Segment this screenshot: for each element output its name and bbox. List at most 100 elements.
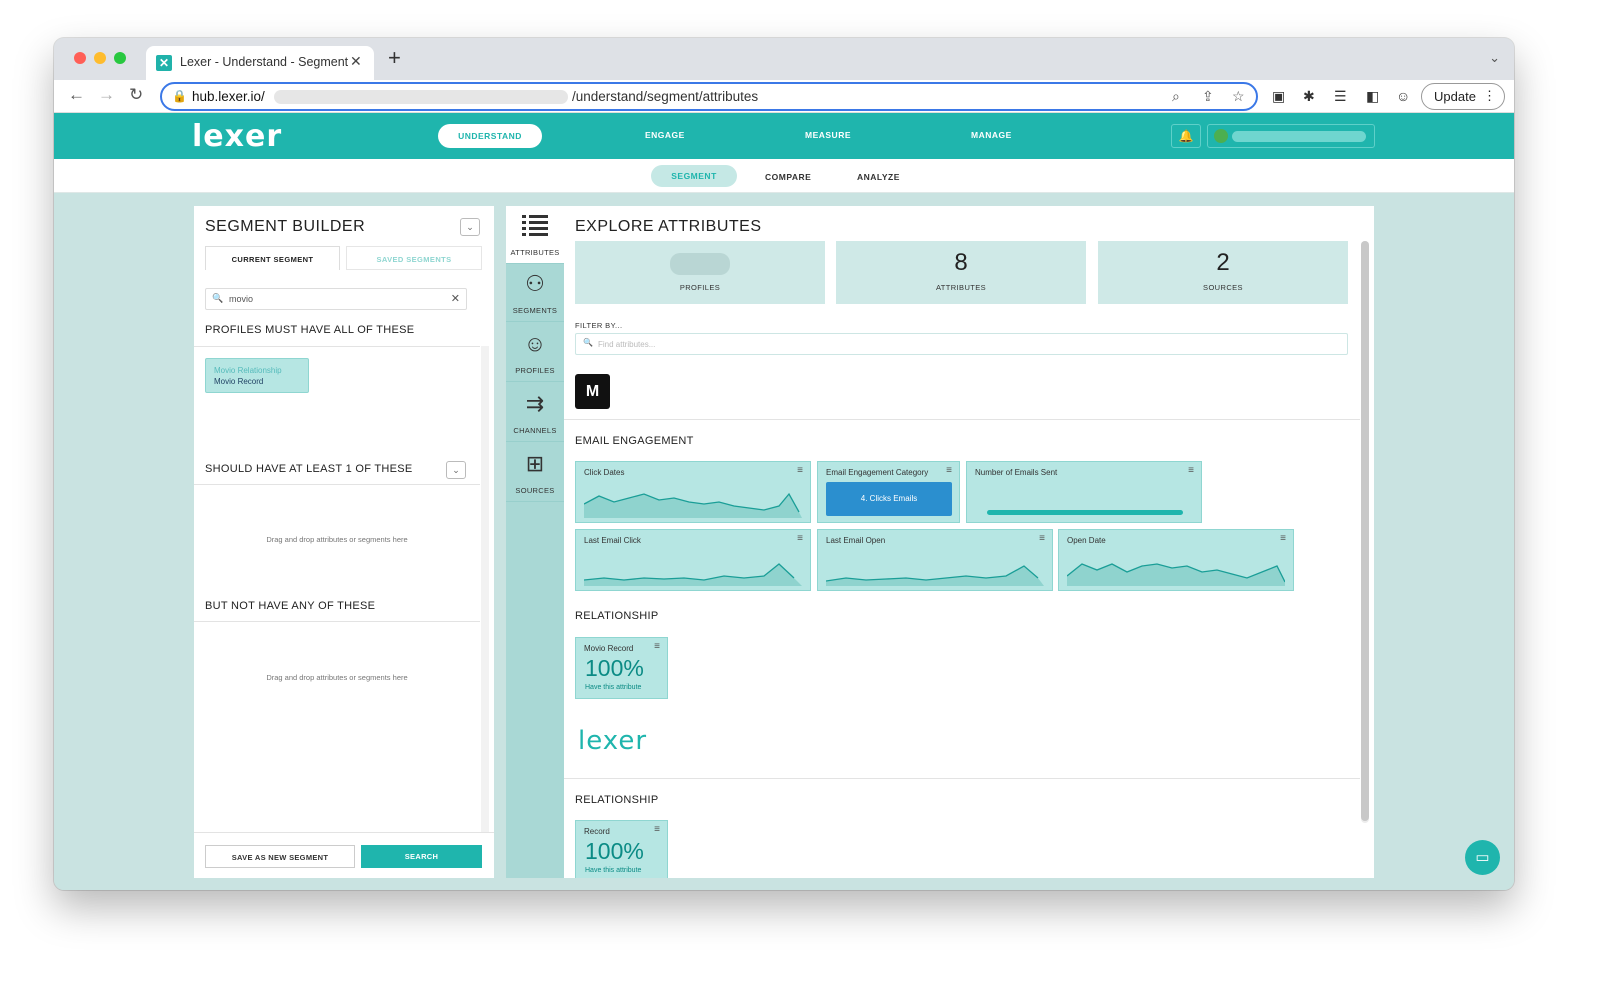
- browser-window: ✕ Lexer - Understand - Segment ✕ + ⌄ ← →…: [54, 38, 1514, 890]
- tab-title: Lexer - Understand - Segment: [180, 55, 349, 69]
- tab-current-segment[interactable]: CURRENT SEGMENT: [205, 246, 340, 270]
- channels-icon: ⇉: [525, 391, 545, 416]
- card-movio-record[interactable]: Movio Record ≡ 100% Have this attribute: [575, 637, 668, 699]
- lexer-source-logo: lexer: [578, 726, 648, 756]
- filter-placeholder: Find attributes...: [598, 340, 656, 349]
- nav-manage[interactable]: MANAGE: [971, 130, 1012, 140]
- search-button[interactable]: SEARCH: [361, 845, 482, 868]
- profile-avatar-icon[interactable]: ☺: [1396, 88, 1410, 104]
- card-menu-icon[interactable]: ≡: [797, 533, 803, 544]
- filter-attributes-input[interactable]: 🔍 Find attributes...: [575, 333, 1348, 355]
- maximize-window-button[interactable]: [114, 52, 126, 64]
- user-account-menu[interactable]: [1207, 124, 1375, 148]
- divider: [194, 346, 480, 347]
- nav-measure[interactable]: MEASURE: [805, 130, 851, 140]
- segment-attribute-chip[interactable]: Movio Relationship Movio Record: [205, 358, 309, 393]
- stat-label: SOURCES: [1203, 283, 1243, 292]
- notification-bell-icon[interactable]: 🔔: [1171, 124, 1201, 148]
- explore-rail: ATTRIBUTES ⚇ SEGMENTS ☺ PROFILES ⇉ CHANN…: [506, 206, 564, 878]
- not-have-heading: BUT NOT HAVE ANY OF THESE: [205, 600, 376, 612]
- rail-segments[interactable]: ⚇ SEGMENTS: [506, 264, 564, 322]
- card-menu-icon[interactable]: ≡: [1280, 533, 1286, 544]
- extensions-puzzle-icon[interactable]: ✱: [1303, 88, 1315, 104]
- bookmark-star-icon[interactable]: ☆: [1232, 88, 1245, 105]
- nav-engage[interactable]: ENGAGE: [645, 130, 685, 140]
- side-panel-icon[interactable]: ◧: [1366, 88, 1379, 104]
- extension-f-icon[interactable]: ▣: [1272, 88, 1285, 104]
- rail-label: SOURCES: [515, 486, 555, 495]
- new-tab-button[interactable]: +: [388, 47, 401, 69]
- chip-source: Movio Relationship: [214, 366, 282, 375]
- minimize-window-button[interactable]: [94, 52, 106, 64]
- url-path: /understand/segment/attributes: [572, 89, 759, 104]
- clear-icon[interactable]: ✕: [451, 292, 460, 305]
- card-engagement-category[interactable]: Email Engagement Category ≡ 4. Clicks Em…: [817, 461, 960, 523]
- subnav-compare[interactable]: COMPARE: [765, 172, 811, 182]
- divider: [194, 621, 480, 622]
- card-emails-sent[interactable]: Number of Emails Sent ≡: [966, 461, 1202, 523]
- list-icon: [522, 215, 548, 236]
- segments-icon: ⚇: [525, 271, 545, 296]
- rail-profiles[interactable]: ☺ PROFILES: [506, 324, 564, 382]
- rail-channels[interactable]: ⇉ CHANNELS: [506, 384, 564, 442]
- scrollbar-thumb[interactable]: [1361, 241, 1369, 821]
- card-menu-icon[interactable]: ≡: [654, 824, 660, 835]
- explore-scrollbar[interactable]: [1361, 241, 1369, 823]
- more-menu-icon[interactable]: ⋮: [1483, 88, 1496, 104]
- close-window-button[interactable]: [74, 52, 86, 64]
- divider: [564, 778, 1360, 779]
- rail-sources[interactable]: ⊞ SOURCES: [506, 444, 564, 502]
- should-have-heading: SHOULD HAVE AT LEAST 1 OF THESE: [205, 463, 413, 475]
- reading-list-icon[interactable]: ☰: [1334, 88, 1347, 104]
- divider: [194, 484, 480, 485]
- browser-toolbar: ← → ↻ 🔒 hub.lexer.io/ /understand/segmen…: [54, 80, 1514, 113]
- tab-list-chevron-icon[interactable]: ⌄: [1489, 50, 1500, 66]
- save-as-new-segment-button[interactable]: SAVE AS NEW SEGMENT: [205, 845, 355, 868]
- segment-search-input[interactable]: 🔍 movio ✕: [205, 288, 467, 310]
- card-last-email-click[interactable]: Last Email Click ≡: [575, 529, 811, 591]
- card-open-date[interactable]: Open Date ≡: [1058, 529, 1294, 591]
- tab-saved-segments[interactable]: SAVED SEGMENTS: [346, 246, 482, 270]
- share-icon[interactable]: ⇪: [1202, 88, 1214, 105]
- search-value: movio: [229, 294, 254, 304]
- card-title: Record: [584, 827, 610, 836]
- card-menu-icon[interactable]: ≡: [1188, 465, 1194, 476]
- card-click-dates[interactable]: Click Dates ≡: [575, 461, 811, 523]
- segment-scrollbar[interactable]: [481, 346, 489, 832]
- chat-support-icon[interactable]: ▭: [1465, 840, 1500, 875]
- update-button[interactable]: Update ⋮: [1421, 83, 1505, 110]
- card-record[interactable]: Record ≡ 100% Have this attribute: [575, 820, 668, 878]
- rail-attributes[interactable]: ATTRIBUTES: [506, 206, 564, 264]
- divider: [564, 419, 1360, 420]
- zoom-icon[interactable]: ⌕: [1172, 88, 1180, 105]
- relationship-heading: RELATIONSHIP: [575, 794, 659, 806]
- card-title: Last Email Open: [826, 536, 886, 545]
- tab-close-icon[interactable]: ✕: [350, 53, 362, 70]
- stat-sources: 2 SOURCES: [1098, 241, 1348, 304]
- segment-builder-footer: SAVE AS NEW SEGMENT SEARCH: [194, 832, 494, 878]
- card-menu-icon[interactable]: ≡: [654, 641, 660, 652]
- stat-label: ATTRIBUTES: [935, 283, 987, 292]
- back-arrow-icon[interactable]: ←: [68, 85, 85, 105]
- sub-navigation: SEGMENT COMPARE ANALYZE: [54, 159, 1514, 193]
- reload-icon[interactable]: ↻: [129, 85, 143, 105]
- lexer-logo[interactable]: lexer: [192, 119, 282, 154]
- should-have-dropdown-icon[interactable]: ⌄: [446, 461, 466, 479]
- click-dates-sparkline: [584, 492, 802, 518]
- card-menu-icon[interactable]: ≡: [946, 465, 952, 476]
- subnav-analyze[interactable]: ANALYZE: [857, 172, 900, 182]
- nav-understand[interactable]: UNDERSTAND: [438, 124, 542, 148]
- browser-tab[interactable]: ✕ Lexer - Understand - Segment ✕: [146, 46, 374, 80]
- user-avatar: [1214, 129, 1228, 143]
- address-bar[interactable]: 🔒 hub.lexer.io/ /understand/segment/attr…: [160, 82, 1258, 111]
- segment-builder-title: SEGMENT BUILDER: [205, 218, 366, 235]
- tab-bar: ✕ Lexer - Understand - Segment ✕ + ⌄: [54, 38, 1514, 80]
- subnav-segment[interactable]: SEGMENT: [651, 165, 737, 187]
- card-menu-icon[interactable]: ≡: [797, 465, 803, 476]
- card-menu-icon[interactable]: ≡: [1039, 533, 1045, 544]
- engagement-category-value[interactable]: 4. Clicks Emails: [826, 482, 952, 516]
- open-date-sparkline: [1067, 563, 1285, 586]
- forward-arrow-icon[interactable]: →: [98, 85, 115, 105]
- card-last-email-open[interactable]: Last Email Open ≡: [817, 529, 1053, 591]
- collapse-chevron-icon[interactable]: ⌄: [460, 218, 480, 236]
